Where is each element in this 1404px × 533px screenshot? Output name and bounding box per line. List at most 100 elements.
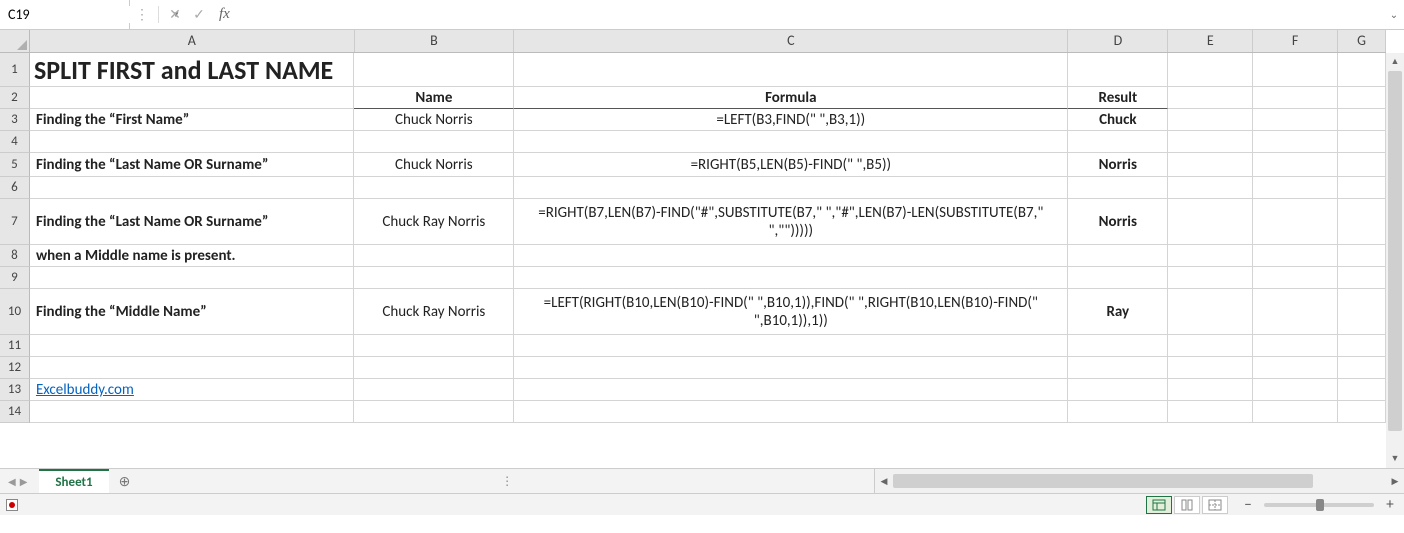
cell-B14[interactable] [354, 401, 514, 423]
cell-E5[interactable] [1168, 153, 1253, 177]
cell-D3[interactable]: Chuck [1068, 109, 1168, 131]
cell-F2[interactable] [1253, 87, 1338, 109]
cell-E1[interactable] [1168, 53, 1253, 87]
row-header[interactable]: 2 [0, 87, 30, 109]
vertical-scroll-thumb[interactable] [1388, 71, 1402, 431]
formula-more-icon[interactable]: ⋮ [130, 6, 154, 23]
cell-A8[interactable]: when a Middle name is present. [30, 245, 355, 267]
col-header-B[interactable]: B [355, 30, 515, 52]
cell-E8[interactable] [1168, 245, 1253, 267]
cell-C5[interactable]: =RIGHT(B5,LEN(B5)-FIND(" ",B5)) [514, 153, 1068, 177]
cell-F12[interactable] [1253, 357, 1338, 379]
cell-G6[interactable] [1338, 177, 1386, 199]
row-header[interactable]: 8 [0, 245, 30, 267]
row-header[interactable]: 14 [0, 401, 30, 423]
cell-E10[interactable] [1168, 289, 1253, 335]
scroll-up-icon[interactable]: ▲ [1386, 53, 1404, 71]
col-header-A[interactable]: A [30, 30, 355, 52]
enter-icon[interactable]: ✓ [187, 6, 211, 23]
row-header[interactable]: 1 [0, 53, 30, 87]
tab-nav-next-icon[interactable]: ▶ [20, 475, 28, 488]
scroll-left-icon[interactable]: ◀ [875, 476, 893, 487]
cell-B4[interactable] [354, 131, 514, 153]
cell-D5[interactable]: Norris [1068, 153, 1168, 177]
cell-C6[interactable] [514, 177, 1068, 199]
row-header[interactable]: 13 [0, 379, 30, 401]
cell-F3[interactable] [1253, 109, 1338, 131]
cell-F5[interactable] [1253, 153, 1338, 177]
cell-B1[interactable] [354, 53, 514, 87]
cell-E4[interactable] [1168, 131, 1253, 153]
cell-D2[interactable]: Result [1068, 87, 1168, 109]
cell-G3[interactable] [1338, 109, 1386, 131]
view-page-layout-button[interactable] [1174, 496, 1200, 514]
col-header-F[interactable]: F [1253, 30, 1338, 52]
formula-input[interactable] [238, 0, 1384, 29]
cell-B6[interactable] [354, 177, 514, 199]
cell-D14[interactable] [1068, 401, 1168, 423]
cell-A10[interactable]: Finding the “Middle Name” [30, 289, 355, 335]
cell-A9[interactable] [30, 267, 355, 289]
col-header-D[interactable]: D [1068, 30, 1168, 52]
cell-F14[interactable] [1253, 401, 1338, 423]
cell-D9[interactable] [1068, 267, 1168, 289]
cell-C9[interactable] [514, 267, 1068, 289]
cell-B7[interactable]: Chuck Ray Norris [354, 199, 514, 245]
horizontal-scrollbar[interactable]: ◀ ▶ [874, 469, 1404, 493]
add-sheet-button[interactable]: ⊕ [109, 469, 141, 493]
cell-A4[interactable] [30, 131, 355, 153]
cell-G8[interactable] [1338, 245, 1386, 267]
cell-G12[interactable] [1338, 357, 1386, 379]
cell-C1[interactable] [514, 53, 1068, 87]
row-header[interactable]: 9 [0, 267, 30, 289]
cell-D13[interactable] [1068, 379, 1168, 401]
cell-E13[interactable] [1168, 379, 1253, 401]
zoom-slider-track[interactable] [1264, 503, 1374, 507]
cell-G4[interactable] [1338, 131, 1386, 153]
row-header[interactable]: 5 [0, 153, 30, 177]
zoom-out-button[interactable]: − [1240, 498, 1256, 512]
cell-D4[interactable] [1068, 131, 1168, 153]
zoom-slider-thumb[interactable] [1316, 499, 1324, 511]
cell-E11[interactable] [1168, 335, 1253, 357]
cell-D11[interactable] [1068, 335, 1168, 357]
cell-B10[interactable]: Chuck Ray Norris [354, 289, 514, 335]
horizontal-scroll-thumb[interactable] [893, 474, 1313, 488]
cell-C2[interactable]: Formula [514, 87, 1068, 109]
cell-D10[interactable]: Ray [1068, 289, 1168, 335]
row-header[interactable]: 7 [0, 199, 30, 245]
cell-D7[interactable]: Norris [1068, 199, 1168, 245]
view-page-break-button[interactable] [1202, 496, 1228, 514]
cell-D8[interactable] [1068, 245, 1168, 267]
cancel-icon[interactable]: ✕ [163, 6, 187, 23]
cell-F6[interactable] [1253, 177, 1338, 199]
cell-B11[interactable] [354, 335, 514, 357]
cell-C8[interactable] [514, 245, 1068, 267]
cell-F9[interactable] [1253, 267, 1338, 289]
cell-C12[interactable] [514, 357, 1068, 379]
zoom-in-button[interactable]: + [1382, 498, 1398, 512]
cell-A3[interactable]: Finding the “First Name” [30, 109, 355, 131]
col-header-G[interactable]: G [1338, 30, 1386, 52]
row-header[interactable]: 4 [0, 131, 30, 153]
cell-A13[interactable]: Excelbuddy.com [30, 379, 355, 401]
record-macro-icon[interactable] [6, 499, 18, 511]
cell-D1[interactable] [1068, 53, 1168, 87]
name-box[interactable]: ▼ [0, 0, 130, 29]
view-normal-button[interactable] [1146, 496, 1172, 514]
cell-A12[interactable] [30, 357, 355, 379]
cell-A14[interactable] [30, 401, 355, 423]
cell-G13[interactable] [1338, 379, 1386, 401]
cell-C14[interactable] [514, 401, 1068, 423]
tab-drag-handle-icon[interactable]: ⋮ [140, 469, 874, 493]
vertical-scrollbar[interactable]: ▲ ▼ [1386, 53, 1404, 468]
cell-F11[interactable] [1253, 335, 1338, 357]
row-header[interactable]: 6 [0, 177, 30, 199]
cell-A7[interactable]: Finding the “Last Name OR Surname” [30, 199, 355, 245]
cell-C11[interactable] [514, 335, 1068, 357]
cell-D6[interactable] [1068, 177, 1168, 199]
cell-F13[interactable] [1253, 379, 1338, 401]
cell-G5[interactable] [1338, 153, 1386, 177]
cell-A6[interactable] [30, 177, 355, 199]
cell-E6[interactable] [1168, 177, 1253, 199]
